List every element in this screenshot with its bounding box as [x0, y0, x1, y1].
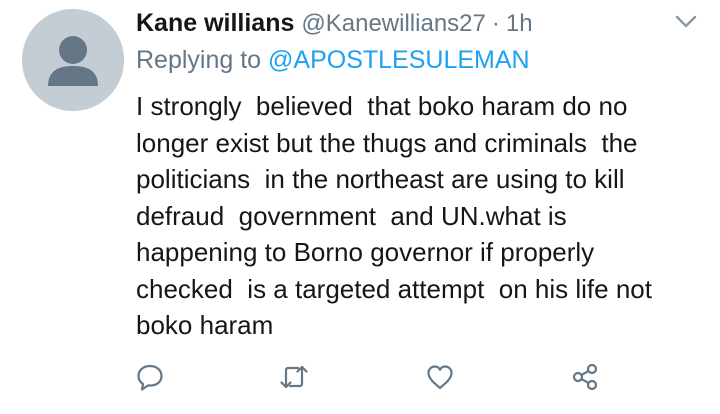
tweet-actions-bar	[0, 355, 720, 403]
reply-bubble-icon	[137, 364, 163, 391]
replying-to-line: Replying to @APOSTLESULEMAN	[136, 43, 530, 77]
tweet-header: Kane willians @Kanewillians27 · 1h	[136, 6, 533, 40]
tweet-menu-button[interactable]	[673, 12, 699, 32]
retweet-button[interactable]	[272, 355, 316, 399]
tweet-text: I strongly believed that boko haram do n…	[136, 91, 652, 340]
share-button[interactable]	[563, 355, 607, 399]
like-button[interactable]	[418, 355, 462, 399]
heart-icon	[427, 365, 453, 390]
timestamp[interactable]: 1h	[506, 7, 533, 41]
retweet-icon	[280, 365, 308, 389]
avatar[interactable]	[22, 9, 124, 111]
replying-to-label: Replying to	[136, 46, 269, 74]
tweet-card[interactable]: Kane willians @Kanewillians27 · 1h Reply…	[0, 0, 720, 414]
reply-button[interactable]	[128, 355, 172, 399]
default-avatar-icon	[22, 9, 124, 111]
user-handle[interactable]: @Kanewillians27	[301, 7, 485, 41]
separator-dot: ·	[491, 10, 500, 37]
share-icon	[572, 363, 598, 391]
display-name[interactable]: Kane willians	[136, 6, 294, 40]
replying-to-handle-link[interactable]: @APOSTLESULEMAN	[268, 46, 530, 74]
chevron-down-icon	[675, 15, 697, 28]
